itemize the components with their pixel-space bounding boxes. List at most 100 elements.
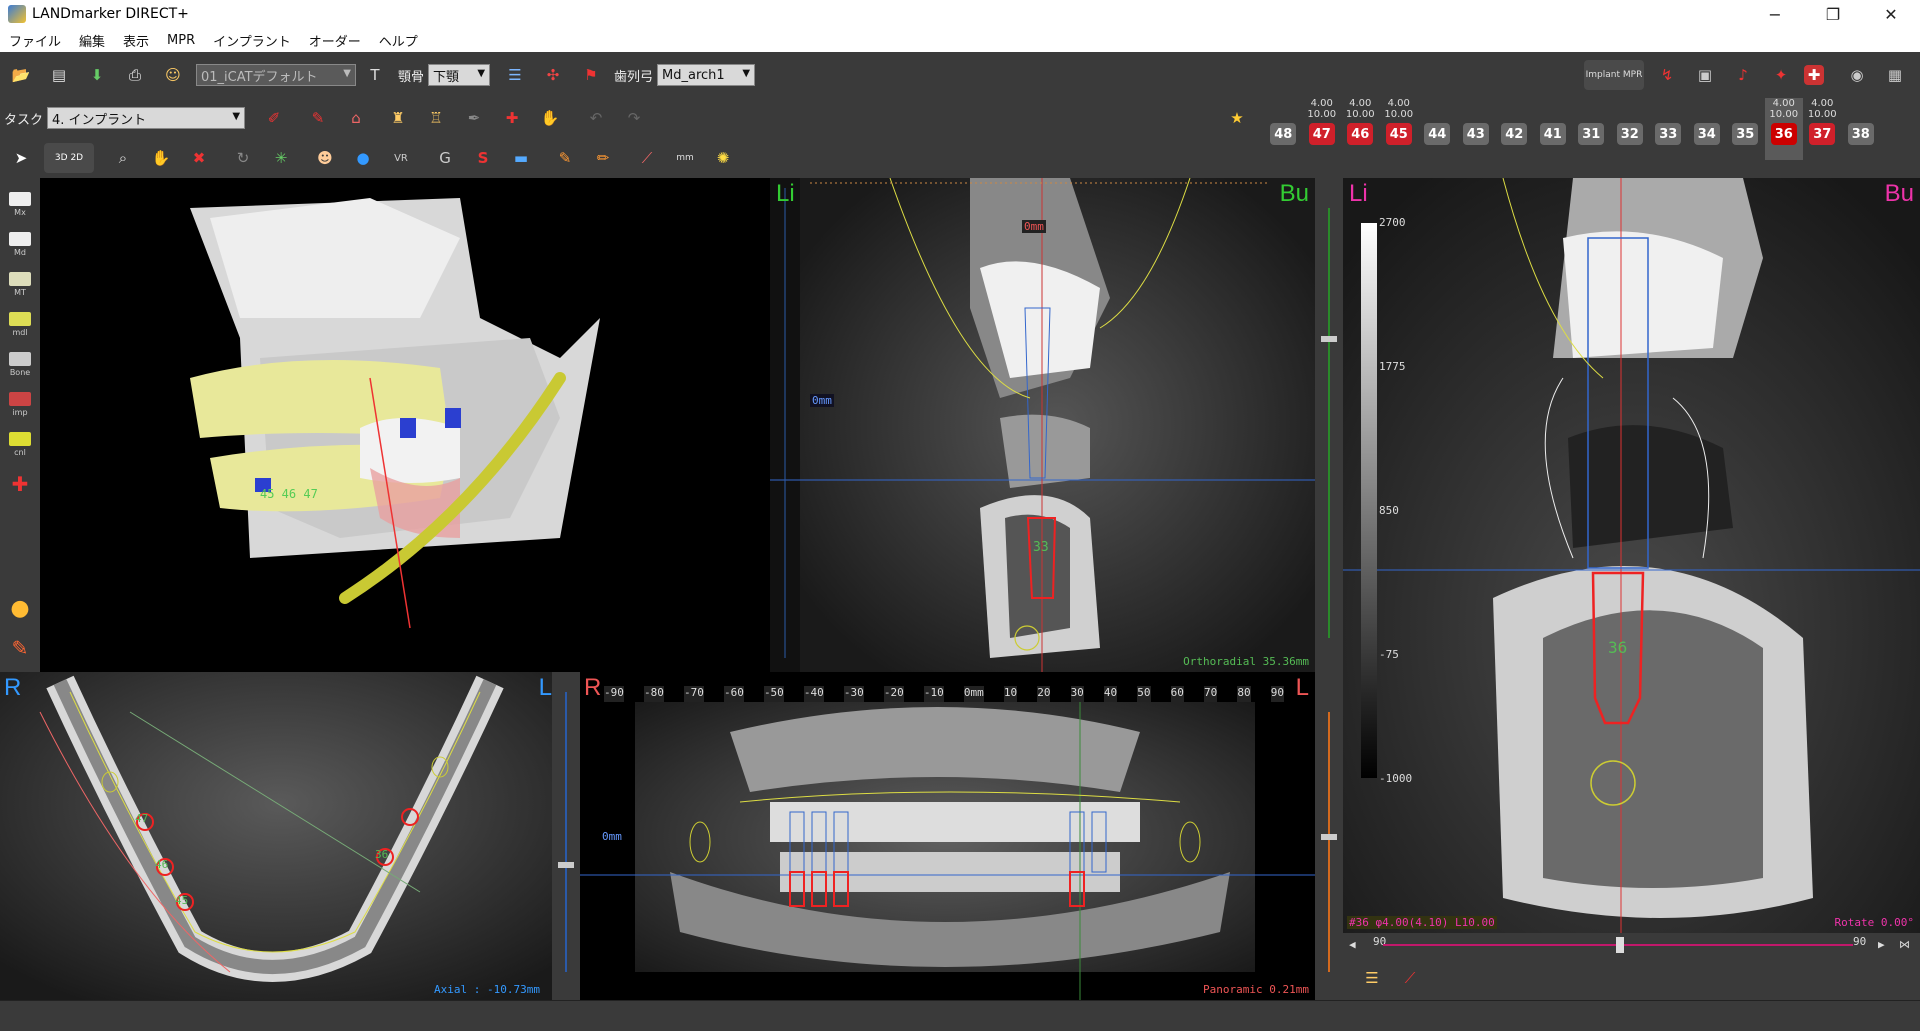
vr-icon[interactable]: VR	[386, 143, 416, 173]
undo-icon[interactable]: ↶	[581, 103, 611, 133]
menu-edit[interactable]: 編集	[70, 31, 114, 50]
implant-toggle[interactable]: imp	[5, 386, 35, 422]
brush-color-icon[interactable]: ✎	[5, 630, 35, 666]
screenshot-icon[interactable]: ▣	[1690, 60, 1720, 90]
patient-icon[interactable]: ☺	[158, 60, 188, 90]
tooth-button[interactable]: 43	[1457, 98, 1496, 160]
tooth-button[interactable]: 38	[1842, 98, 1881, 160]
tooth-button[interactable]: 41	[1534, 98, 1573, 160]
view-cross-section[interactable]: Li Bu 2700 1775 850 -75 -1000 36 #36 φ4.…	[1343, 178, 1920, 933]
bone-toggle[interactable]: Bone	[5, 346, 35, 382]
coronal-slider[interactable]	[1315, 178, 1343, 672]
pano-slider[interactable]	[1315, 672, 1343, 1000]
rotate-right-arrow[interactable]: ▶	[1878, 938, 1885, 951]
tooth-button[interactable]: 44	[1418, 98, 1457, 160]
menu-view[interactable]: 表示	[114, 31, 158, 50]
implant-add-icon[interactable]: ✐	[259, 103, 289, 133]
home-icon[interactable]: ⌂	[341, 103, 371, 133]
sphere-icon[interactable]: ●	[348, 143, 378, 173]
face-icon[interactable]: ☻	[310, 143, 340, 173]
nerve-icon[interactable]: ↯	[1652, 60, 1682, 90]
mm-measure-icon[interactable]: mm	[670, 143, 700, 173]
tooth-button[interactable]: 42	[1495, 98, 1534, 160]
mandible-toggle[interactable]: Md	[5, 226, 35, 262]
view-orthoradial[interactable]: Li Bu 0mm 0mm 33 Orthoradial 35.36mm	[770, 178, 1315, 672]
s-icon[interactable]: S	[468, 143, 498, 173]
view-axial[interactable]: R L 47 46 45 36 Axial : -10.73mm	[0, 672, 560, 1000]
tooth-button[interactable]: 4.00 10.00 47	[1303, 98, 1342, 160]
pano-slider-thumb[interactable]	[1321, 834, 1337, 840]
tooth-button[interactable]: 48	[1264, 98, 1303, 160]
measure-icon[interactable]: ♪	[1728, 60, 1758, 90]
menu-mpr[interactable]: MPR	[158, 33, 204, 48]
reset-rotation-icon[interactable]: ↻	[228, 143, 258, 173]
line-measure-icon[interactable]: ⟋	[632, 143, 662, 173]
nerve-draw-icon[interactable]: ✚	[497, 103, 527, 133]
layer-bar-icon[interactable]: ▬	[506, 143, 536, 173]
gradient-icon[interactable]: G	[430, 143, 460, 173]
save-icon[interactable]: ▤	[44, 60, 74, 90]
menu-help[interactable]: ヘルプ	[370, 31, 427, 50]
implant-tool-icon[interactable]: ✎	[303, 103, 333, 133]
layers-color-icon[interactable]: ☰	[1357, 963, 1387, 993]
export-icon[interactable]: ⬇	[82, 60, 112, 90]
menu-file[interactable]: ファイル	[0, 31, 70, 50]
crosshair-icon[interactable]: ✖	[184, 143, 214, 173]
axis-icon[interactable]: ✳	[266, 143, 296, 173]
pin-icon[interactable]: ⚑	[576, 60, 606, 90]
rotate-reset-icon[interactable]: ⋈	[1899, 938, 1910, 951]
layers-icon[interactable]: ☰	[500, 60, 530, 90]
menu-order[interactable]: オーダー	[300, 31, 370, 50]
zoom-icon[interactable]: ⌕	[108, 143, 138, 173]
view-panoramic[interactable]: R L -90 -80 -70 -60 -50 -40 -30 -20 -10 0mm 10 20 30…	[580, 672, 1315, 1000]
brush-icon[interactable]: ✒	[459, 103, 489, 133]
tooth-button[interactable]: 4.00 10.00 46	[1341, 98, 1380, 160]
crown-icon[interactable]: ♜	[383, 103, 413, 133]
model-toggle[interactable]: mdl	[5, 306, 35, 342]
preset-select[interactable]: 01_iCATデフォルト ▼	[196, 64, 356, 86]
maximize-button[interactable]: ❐	[1804, 0, 1862, 28]
menu-implant[interactable]: インプラント	[204, 31, 300, 50]
points-icon[interactable]: ✣	[538, 60, 568, 90]
tooth-button[interactable]: 31	[1572, 98, 1611, 160]
lifebuoy-toggle[interactable]: ✚	[5, 466, 35, 502]
rotate-left-arrow[interactable]: ◀	[1349, 938, 1356, 951]
pen-icon[interactable]: ✎	[550, 143, 580, 173]
tooth-button[interactable]: 34	[1688, 98, 1727, 160]
tooth-button[interactable]: 33	[1649, 98, 1688, 160]
coronal-slider-thumb[interactable]	[1321, 336, 1337, 342]
task-select[interactable]: 4. インプラント ▼	[47, 107, 246, 129]
pan-hand-icon[interactable]: ✋	[146, 143, 176, 173]
open-folder-icon[interactable]: 📂	[6, 60, 36, 90]
plus-icon[interactable]: ✚	[1804, 65, 1824, 85]
crown-edit-icon[interactable]: ♖	[421, 103, 451, 133]
report-icon[interactable]: ▦	[1880, 60, 1910, 90]
jaw-select[interactable]: 下顎 ▼	[428, 64, 491, 86]
implant-mpr-button[interactable]: Implant MPR	[1584, 60, 1644, 90]
marker-icon[interactable]: ✦	[1766, 60, 1796, 90]
light-icon[interactable]: ✺	[708, 143, 738, 173]
ruler-pen-icon[interactable]: ✏	[588, 143, 618, 173]
hand-tooth-icon[interactable]: ✋	[535, 103, 565, 133]
rotate-slider[interactable]: ◀ 90 90 ▶ ⋈	[1343, 933, 1920, 957]
text-tool-icon[interactable]: T	[360, 60, 390, 90]
star-icon[interactable]: ★	[1222, 103, 1252, 133]
rotate-3d-2d-button[interactable]: 3D 2D	[44, 143, 94, 173]
maxilla-toggle[interactable]: Mx	[5, 186, 35, 222]
palette-icon[interactable]: ●	[5, 590, 35, 626]
canal-toggle[interactable]: cnl	[5, 426, 35, 462]
rotate-slider-thumb[interactable]	[1616, 937, 1624, 953]
axial-slider[interactable]	[552, 672, 580, 1000]
print-icon[interactable]: ⎙	[120, 60, 150, 90]
pointer-icon[interactable]: ➤	[6, 143, 36, 173]
minimize-button[interactable]: −	[1746, 0, 1804, 28]
tooth-button[interactable]: 4.00 10.00 37	[1803, 98, 1842, 160]
redo-icon[interactable]: ↷	[619, 103, 649, 133]
axial-slider-thumb[interactable]	[558, 862, 574, 868]
tooth-button[interactable]: 4.00 10.00 45	[1380, 98, 1419, 160]
mt-toggle[interactable]: MT	[5, 266, 35, 302]
implant-red-icon[interactable]: ⟋	[1395, 963, 1425, 993]
view-3d[interactable]: 45 46 47	[40, 178, 770, 672]
arch-select[interactable]: Md_arch1 ▼	[657, 64, 756, 86]
tooth-button[interactable]: 35	[1726, 98, 1765, 160]
